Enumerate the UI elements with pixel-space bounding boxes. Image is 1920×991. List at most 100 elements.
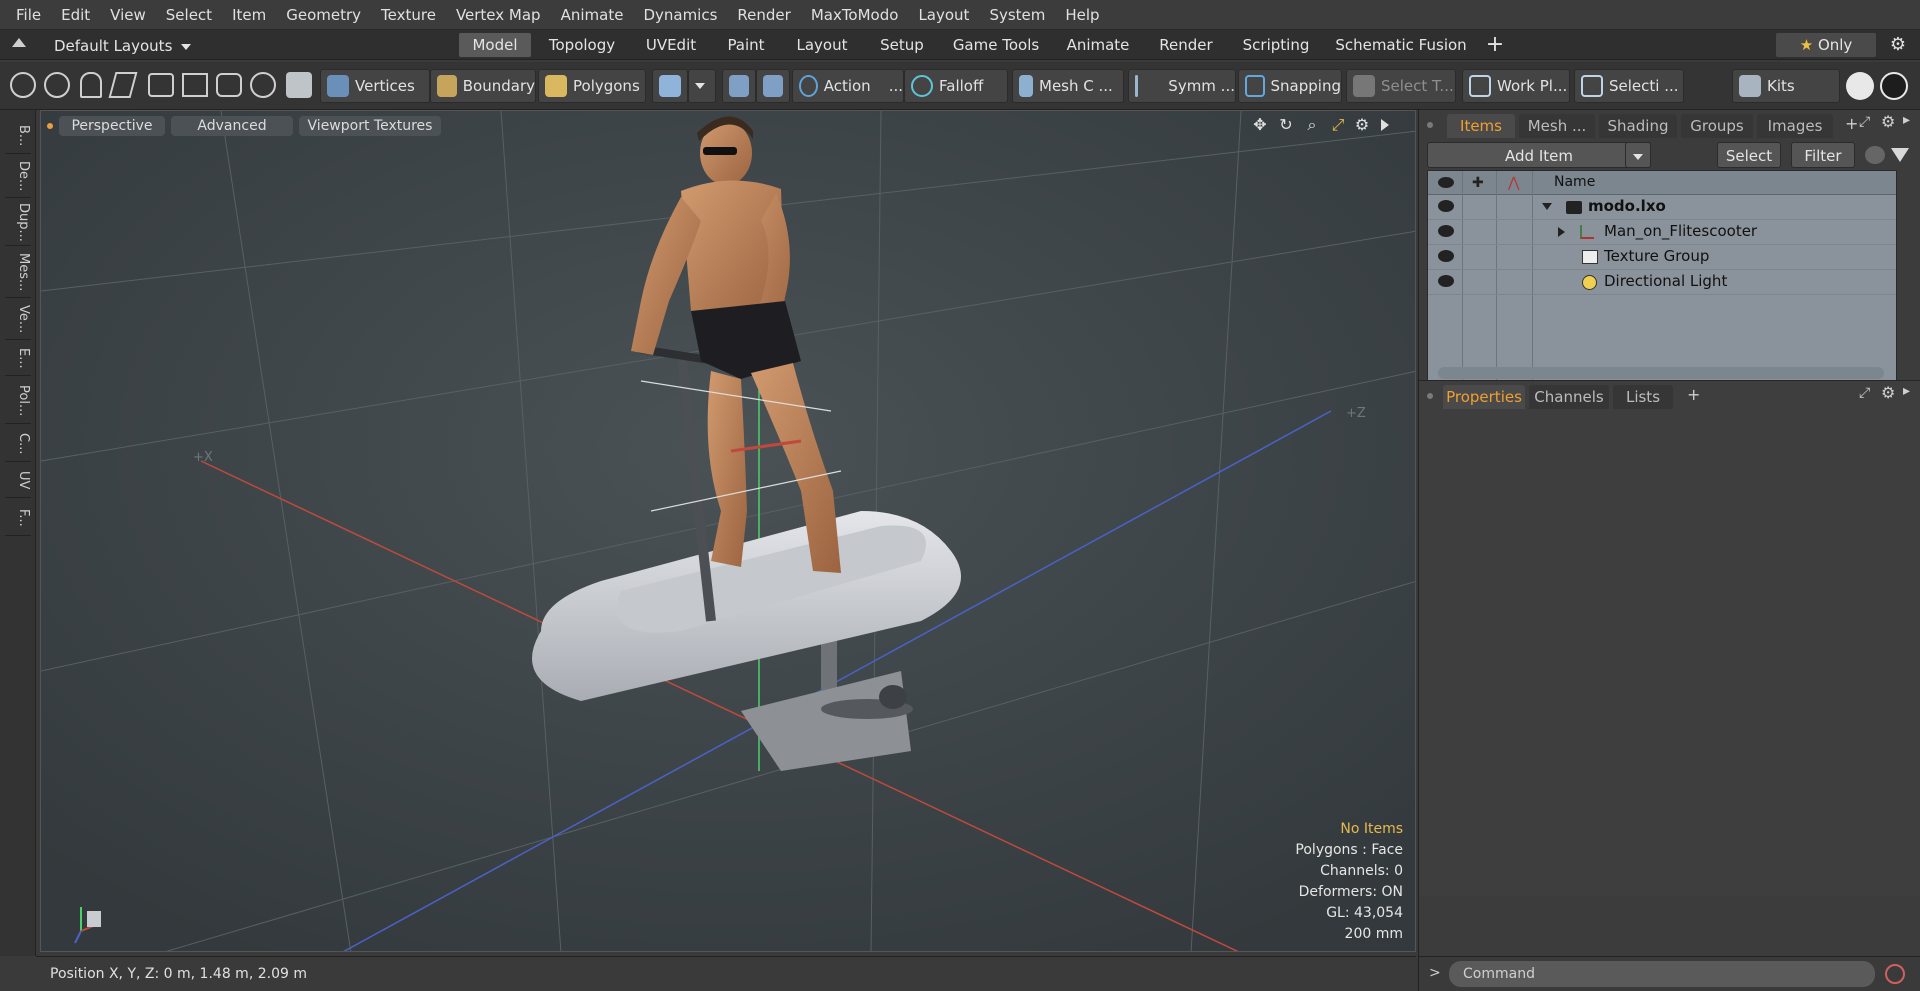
work-plane-button[interactable]: Work Pl... (1462, 69, 1570, 103)
only-button[interactable]: ★ Only (1776, 33, 1876, 57)
left-tab-fusion[interactable]: F... (5, 500, 31, 536)
mesh-constraint-button[interactable]: Mesh C ... (1012, 69, 1124, 103)
unreal-icon[interactable] (1880, 72, 1908, 100)
expand-arrow-icon[interactable] (1542, 203, 1552, 210)
tab-lists[interactable]: Lists (1613, 385, 1673, 409)
viewport-settings-icon[interactable]: ⚙ (1353, 115, 1371, 134)
cube-solid-icon[interactable] (286, 72, 312, 98)
tab-setup[interactable]: Setup (868, 33, 936, 57)
vertices-button[interactable]: Vertices (320, 69, 430, 103)
panel-settings-icon[interactable]: ⚙ (1881, 383, 1895, 402)
tab-scripting[interactable]: Scripting (1232, 33, 1320, 57)
eye-icon[interactable] (1438, 225, 1454, 237)
menu-file[interactable]: File (6, 6, 51, 24)
left-tab-edge[interactable]: E... (5, 342, 31, 376)
tab-topology[interactable]: Topology (538, 33, 626, 57)
menu-help[interactable]: Help (1055, 6, 1109, 24)
record-icon[interactable] (1885, 964, 1905, 984)
shield-left-button[interactable] (722, 69, 756, 103)
menu-geometry[interactable]: Geometry (276, 6, 371, 24)
command-input[interactable]: Command (1449, 961, 1875, 987)
menu-vertex-map[interactable]: Vertex Map (446, 6, 551, 24)
tab-model[interactable]: Model (459, 33, 531, 57)
tab-channels[interactable]: Channels (1529, 385, 1609, 409)
funnel-icon[interactable] (1891, 148, 1909, 162)
menu-layout[interactable]: Layout (908, 6, 979, 24)
move-view-icon[interactable]: ✥ (1251, 115, 1269, 134)
list-item[interactable]: Man_on_Flitescooter (1428, 220, 1896, 245)
viewport-textures-button[interactable]: Viewport Textures (299, 116, 441, 136)
collapse-icon[interactable] (12, 38, 26, 47)
tab-shading[interactable]: Shading (1599, 114, 1677, 138)
globe-icon[interactable] (44, 72, 70, 98)
list-item[interactable]: Texture Group (1428, 245, 1896, 270)
polygons-button[interactable]: Polygons (538, 69, 646, 103)
perspective-button[interactable]: Perspective (59, 116, 165, 136)
panel-more-icon[interactable]: ▸ (1903, 383, 1910, 399)
tab-properties[interactable]: Properties (1443, 385, 1525, 409)
left-tab-deform[interactable]: De... (5, 156, 31, 198)
zoom-view-icon[interactable]: ⌕ (1303, 115, 1321, 134)
left-tab-basic[interactable]: B... (5, 118, 31, 154)
panel-add-icon[interactable]: + (1845, 114, 1858, 133)
viewport-expand-icon[interactable] (1381, 119, 1389, 131)
brush-tool-icon[interactable] (108, 72, 138, 98)
gear-icon[interactable]: ⚙ (1888, 35, 1908, 55)
tab-items[interactable]: Items (1447, 114, 1515, 138)
expand-arrow-icon[interactable] (1558, 227, 1565, 237)
layout-preset-dropdown[interactable]: Default Layouts (54, 35, 192, 57)
left-tab-mesh[interactable]: Mes... (5, 248, 31, 298)
3d-viewport[interactable]: +Z +X Perspective Advanced Viewport Text… (40, 110, 1416, 952)
eye-icon[interactable] (1438, 250, 1454, 262)
falloff-button[interactable]: Falloff (904, 69, 1008, 103)
snapping-button[interactable]: Snapping (1238, 69, 1342, 103)
pen-tool-icon[interactable] (80, 72, 102, 98)
viewport-scene[interactable]: +Z +X (41, 111, 1416, 952)
menu-view[interactable]: View (100, 6, 156, 24)
tab-schematic-fusion[interactable]: Schematic Fusion (1328, 33, 1474, 57)
bevel-tool-icon[interactable] (148, 73, 174, 97)
left-tab-uv[interactable]: UV (5, 464, 31, 498)
add-tab-button[interactable]: + (1482, 33, 1508, 57)
fit-view-icon[interactable]: ⤢ (1329, 115, 1347, 134)
kits-button[interactable]: Kits (1732, 69, 1840, 103)
symmetry-button[interactable]: Symm ... (1128, 69, 1236, 103)
item-list[interactable]: ✚ ⋀ Name modo.lxo Man_on_Flitescooter Te… (1427, 170, 1897, 383)
eye-icon[interactable] (1438, 200, 1454, 212)
left-tab-duplicate[interactable]: Dup... (5, 200, 31, 246)
edge-tool-icon[interactable] (216, 73, 242, 97)
item-mode-button[interactable] (652, 69, 688, 103)
menu-item[interactable]: Item (222, 6, 276, 24)
panel-more-icon[interactable]: ▸ (1903, 112, 1910, 128)
tab-animate[interactable]: Animate (1056, 33, 1140, 57)
mode-dropdown-button[interactable] (688, 69, 716, 103)
menu-animate[interactable]: Animate (551, 6, 634, 24)
tab-mesh[interactable]: Mesh ... (1519, 114, 1595, 138)
filter-button[interactable]: Filter (1791, 142, 1855, 168)
add-item-dropdown[interactable] (1625, 142, 1651, 168)
boundary-button[interactable]: Boundary (430, 69, 536, 103)
menu-dynamics[interactable]: Dynamics (633, 6, 727, 24)
panel-settings-icon[interactable]: ⚙ (1881, 112, 1895, 131)
menu-maxtomodo[interactable]: MaxToModo (801, 6, 909, 24)
menu-texture[interactable]: Texture (371, 6, 446, 24)
tab-layout[interactable]: Layout (784, 33, 860, 57)
transform-tool-icon[interactable] (182, 73, 208, 97)
shield-right-button[interactable] (756, 69, 790, 103)
properties-add-tab[interactable]: + (1687, 385, 1700, 404)
list-item[interactable]: modo.lxo (1428, 195, 1896, 220)
menu-system[interactable]: System (979, 6, 1055, 24)
select-through-button[interactable]: Select T... (1346, 69, 1456, 103)
action-center-button[interactable]: Action ... (792, 69, 904, 103)
panel-expand-icon[interactable]: ⤢ (1859, 385, 1870, 401)
list-item[interactable]: Directional Light (1428, 270, 1896, 295)
menu-render[interactable]: Render (727, 6, 800, 24)
panel-expand-icon[interactable]: ⤢ (1859, 114, 1870, 130)
tab-uvedit[interactable]: UVEdit (634, 33, 708, 57)
name-column-header[interactable]: Name (1554, 174, 1595, 190)
loop-tool-icon[interactable] (250, 72, 276, 98)
select-circle-icon[interactable] (10, 72, 36, 98)
left-tab-curve[interactable]: C... (5, 426, 31, 462)
eye-icon[interactable] (1438, 275, 1454, 287)
menu-select[interactable]: Select (156, 6, 222, 24)
